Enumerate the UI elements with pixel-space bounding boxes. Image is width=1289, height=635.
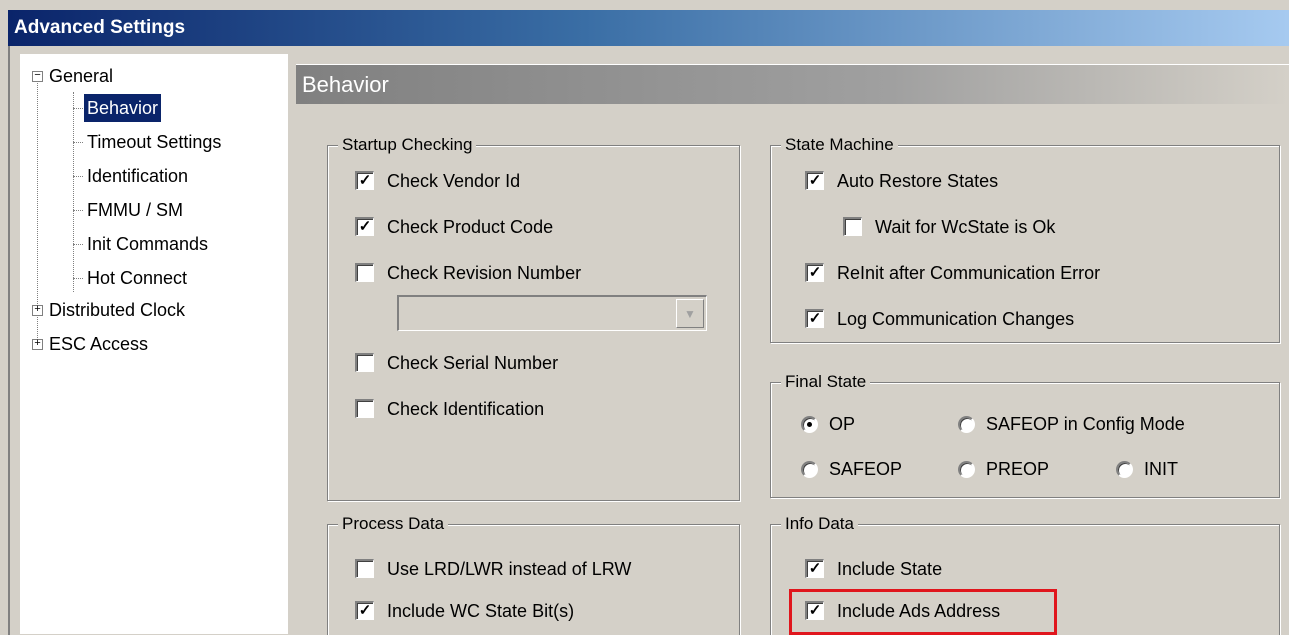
checkbox-label: Check Identification xyxy=(387,399,545,419)
tree-label-esc: ESC Access xyxy=(49,334,149,354)
checkbox-checked[interactable]: ✓ xyxy=(805,309,824,328)
group-title: Process Data xyxy=(338,512,449,536)
tree-item-timeout-settings[interactable]: Timeout Settings xyxy=(20,126,280,158)
collapse-icon[interactable]: − xyxy=(32,71,43,82)
radio-selected[interactable] xyxy=(801,416,818,433)
group-title: Final State xyxy=(781,370,871,394)
checkbox-label: Check Serial Number xyxy=(387,353,559,373)
page-title: Behavior xyxy=(296,64,1289,104)
checkbox-unchecked[interactable] xyxy=(355,559,374,578)
tree-item-general[interactable]: − General xyxy=(20,60,280,92)
checkbox-label: Include State xyxy=(837,559,943,579)
checkbox-checked[interactable]: ✓ xyxy=(355,171,374,190)
radio-unselected[interactable] xyxy=(958,461,975,478)
tree-label-dc: Distributed Clock xyxy=(49,300,186,320)
checkbox-label: Auto Restore States xyxy=(837,171,999,191)
radio-label: OP xyxy=(829,414,856,434)
checkbox-label: Use LRD/LWR instead of LRW xyxy=(387,559,632,579)
tree-item-distributed-clock[interactable]: + Distributed Clock xyxy=(20,294,280,326)
radio-label: SAFEOP in Config Mode xyxy=(986,414,1185,434)
radio-label: PREOP xyxy=(986,459,1050,479)
checkbox-label: Check Revision Number xyxy=(387,263,582,283)
checkbox-checked[interactable]: ✓ xyxy=(805,263,824,282)
dropdown-arrow-icon[interactable]: ▼ xyxy=(676,299,704,328)
checkbox-checked[interactable]: ✓ xyxy=(355,601,374,620)
tree-item-hot-connect[interactable]: Hot Connect xyxy=(20,262,280,294)
radio-unselected[interactable] xyxy=(1116,461,1133,478)
checkbox-label: Wait for WcState is Ok xyxy=(875,217,1056,237)
tree-label-timeout: Timeout Settings xyxy=(87,132,222,152)
checkbox-unchecked[interactable] xyxy=(843,217,862,236)
checkbox-checked[interactable]: ✓ xyxy=(355,217,374,236)
radio-unselected[interactable] xyxy=(958,416,975,433)
checkbox-unchecked[interactable] xyxy=(355,399,374,418)
tree-label-behavior: Behavior xyxy=(84,94,162,122)
tree-item-init-commands[interactable]: Init Commands xyxy=(20,228,280,260)
settings-tree[interactable]: − General Behavior Timeout Settings Iden… xyxy=(20,54,288,634)
tree-label-fmmu: FMMU / SM xyxy=(87,200,183,220)
checkbox-checked[interactable]: ✓ xyxy=(805,559,824,578)
checkbox-checked[interactable]: ✓ xyxy=(805,171,824,190)
tree-item-behavior[interactable]: Behavior xyxy=(20,92,280,124)
tree-item-identification[interactable]: Identification xyxy=(20,160,280,192)
checkbox-unchecked[interactable] xyxy=(355,263,374,282)
group-title: Startup Checking xyxy=(338,133,477,157)
checkbox-label: ReInit after Communication Error xyxy=(837,263,1101,283)
window-title: Advanced Settings xyxy=(14,17,186,38)
tree-label-identification: Identification xyxy=(87,166,189,186)
expand-icon[interactable]: + xyxy=(32,339,43,350)
group-title: State Machine xyxy=(781,133,898,157)
tree-item-esc-access[interactable]: + ESC Access xyxy=(20,328,280,360)
tree-label-general: General xyxy=(49,66,114,86)
tree-label-init: Init Commands xyxy=(87,234,209,254)
group-title: Info Data xyxy=(781,512,858,536)
checkbox-label: Check Product Code xyxy=(387,217,554,237)
window-titlebar: Advanced Settings xyxy=(8,10,1289,46)
checkbox-label: Include WC State Bit(s) xyxy=(387,601,575,621)
radio-unselected[interactable] xyxy=(801,461,818,478)
tree-item-fmmu-sm[interactable]: FMMU / SM xyxy=(20,194,280,226)
checkbox-label: Check Vendor Id xyxy=(387,171,521,191)
highlight-box xyxy=(789,589,1057,635)
revision-dropdown[interactable]: ▼ xyxy=(397,295,707,331)
radio-label: INIT xyxy=(1144,459,1178,479)
checkbox-unchecked[interactable] xyxy=(355,353,374,372)
checkbox-label: Log Communication Changes xyxy=(837,309,1075,329)
expand-icon[interactable]: + xyxy=(32,305,43,316)
tree-label-hot: Hot Connect xyxy=(87,268,188,288)
radio-label: SAFEOP xyxy=(829,459,903,479)
